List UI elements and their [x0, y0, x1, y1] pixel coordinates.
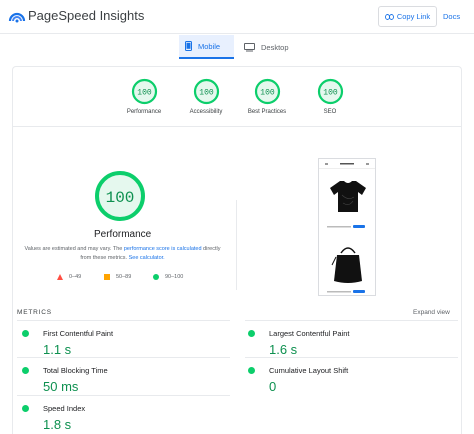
performance-gauge: 100: [95, 171, 145, 221]
legend-fail-label: 0–49: [69, 274, 82, 280]
pass-circle-icon: [22, 367, 29, 374]
see-calculator-link[interactable]: See calculator.: [129, 255, 165, 261]
pagespeed-logo-icon: [8, 12, 26, 23]
metric-label: Speed Index: [43, 404, 86, 413]
metric-value: 1.6 s: [269, 342, 298, 357]
metric-value: 1.8 s: [43, 417, 72, 432]
gauge-label: Accessibility: [189, 109, 223, 115]
gauge-performance[interactable]: 100 Performance: [114, 78, 174, 115]
pass-circle-icon: [22, 405, 29, 412]
performance-title: Performance: [94, 229, 152, 240]
product-caption: [327, 291, 351, 295]
screenshot-header: [319, 159, 375, 169]
copy-link-label: Copy Link: [396, 12, 431, 21]
legend-pass: 90–100: [153, 274, 183, 280]
performance-score-calculated-link[interactable]: performance score is calculated: [124, 246, 202, 252]
metric-label: Cumulative Layout Shift: [269, 366, 349, 375]
square-icon: [104, 274, 110, 280]
gauge-score: 100: [137, 89, 152, 98]
gauge-score: 100: [323, 89, 338, 98]
page-screenshot: [318, 158, 376, 296]
add-to-cart-button: [353, 290, 365, 293]
add-to-cart-button: [353, 225, 365, 228]
app-title: PageSpeed Insights: [28, 8, 145, 23]
tab-mobile-label: Mobile: [198, 41, 221, 51]
metric-separator: [17, 357, 230, 358]
pass-circle-icon: [248, 330, 255, 337]
gauge-seo[interactable]: 100 SEO: [300, 78, 360, 115]
top-bar: PageSpeed Insights Copy Link Docs: [0, 0, 474, 34]
legend-pass-label: 90–100: [165, 274, 184, 280]
tshirt-image: [330, 181, 366, 212]
gauge-label: SEO: [323, 109, 337, 115]
legend-average: 50–89: [104, 274, 131, 280]
metric-value: 0: [269, 379, 277, 394]
tab-mobile[interactable]: Mobile: [179, 35, 234, 59]
gauge-label: Performance: [126, 109, 162, 115]
section-divider: [236, 200, 237, 290]
bag-image: [331, 247, 362, 283]
tab-desktop-label: Desktop: [261, 42, 289, 52]
metric-value: 50 ms: [43, 379, 79, 394]
expand-view-toggle[interactable]: Expand view: [413, 309, 450, 316]
gauge-accessibility[interactable]: 100 Accessibility: [176, 78, 236, 115]
metric-label: Largest Contentful Paint: [269, 329, 350, 338]
metric-value: 1.1 s: [43, 342, 72, 357]
gauge-score: 100: [260, 89, 275, 98]
metric-separator: [245, 320, 458, 321]
circle-icon: [153, 274, 159, 280]
gauge-label: Best Practices: [247, 109, 287, 115]
note-text: Values are estimated and may vary. The: [24, 246, 124, 252]
metric-separator: [17, 320, 230, 321]
phone-icon: [185, 41, 192, 51]
legend-fail: 0–49: [57, 274, 81, 280]
docs-link[interactable]: Docs: [443, 12, 460, 21]
pass-circle-icon: [22, 330, 29, 337]
link-icon: [384, 13, 394, 20]
tab-desktop[interactable]: Desktop: [238, 35, 298, 59]
performance-score: 100: [106, 189, 135, 207]
metric-label: First Contentful Paint: [43, 329, 114, 338]
metric-separator: [17, 395, 230, 396]
desktop-icon: [244, 42, 255, 51]
performance-note: Values are estimated and may vary. The p…: [20, 245, 225, 262]
gauge-score: 100: [199, 89, 214, 98]
legend-average-label: 50–89: [116, 274, 132, 280]
screenshot-header-bar: [325, 163, 369, 165]
metric-separator: [245, 357, 458, 358]
product-caption: [327, 226, 351, 230]
metrics-title: METRICS: [17, 309, 52, 316]
gauge-best-practices[interactable]: 100 Best Practices: [237, 78, 297, 115]
triangle-icon: [57, 274, 63, 280]
pass-circle-icon: [248, 367, 255, 374]
metric-label: Total Blocking Time: [43, 366, 108, 375]
gauges-divider: [12, 126, 462, 127]
copy-link-button[interactable]: Copy Link: [378, 6, 437, 27]
